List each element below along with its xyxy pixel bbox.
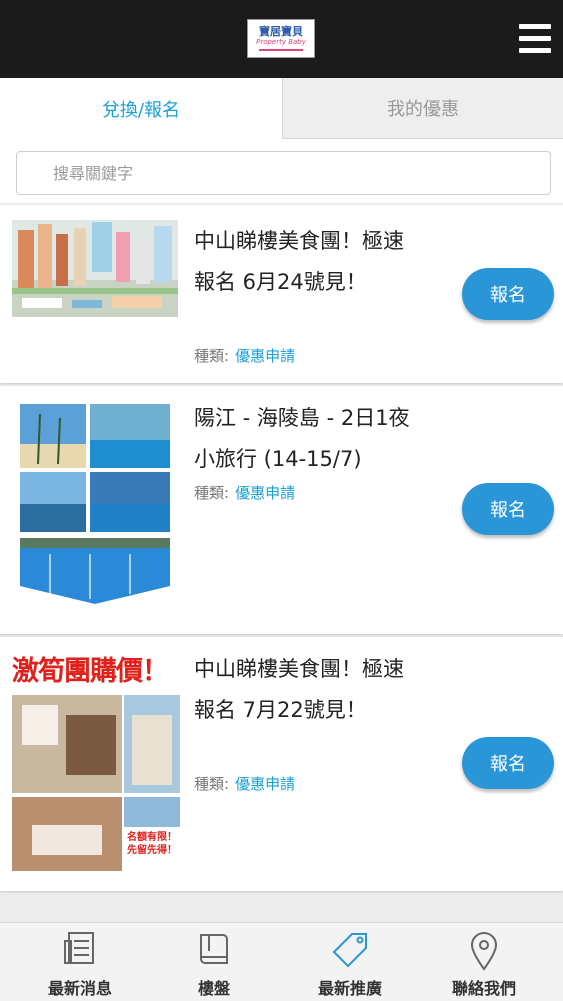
nav-contact-us[interactable]: 聯絡我們 (414, 923, 554, 1001)
logo-text: 寶居寶貝 (259, 25, 303, 38)
item-type-label: 種類: (194, 484, 230, 502)
list-item[interactable]: 中山睇樓美食團！極速報名 6月24號見！ 種類: 優惠申請 報名 (0, 205, 563, 383)
nav-label: 聯絡我們 (451, 979, 516, 998)
newspaper-icon (64, 932, 94, 964)
item-thumbnail (12, 220, 178, 317)
hamburger-icon[interactable] (519, 24, 551, 54)
register-button[interactable]: 報名 (462, 737, 554, 789)
item-type: 種類: 優惠申請 (194, 345, 295, 366)
logo-subtext: Property Baby (256, 38, 306, 46)
nav-label: 最新推廣 (317, 979, 382, 998)
promo-headline: 激筍團購價！ (12, 656, 169, 687)
item-type-value: 優惠申請 (235, 347, 296, 365)
nav-properties[interactable]: 樓盤 (144, 923, 284, 1001)
tag-icon (332, 933, 367, 968)
nav-label: 最新消息 (47, 979, 112, 998)
item-type-value: 優惠申請 (235, 484, 296, 502)
search-bar (0, 139, 563, 203)
tab-redeem-register[interactable]: 兌換/報名 (0, 78, 282, 139)
nav-label: 樓盤 (197, 979, 230, 998)
tab-bar: 兌換/報名 我的優惠 (0, 78, 563, 139)
tab-my-offers[interactable]: 我的優惠 (282, 78, 563, 139)
top-bar: 寶居寶貝 Property Baby (0, 0, 563, 78)
item-type-value: 優惠申請 (235, 775, 296, 793)
item-thumbnail (20, 404, 170, 604)
app-logo[interactable]: 寶居寶貝 Property Baby (247, 19, 315, 58)
item-thumbnail: 激筍團購價！ 名額有限！先留先得！ (12, 649, 180, 871)
list-item[interactable]: 陽江 - 海陵島 - 2日1夜小旅行 (14-15/7) 種類: 優惠申請 報名 (0, 386, 563, 634)
item-title[interactable]: 中山睇樓美食團！極速報名 7月22號見！ (194, 649, 422, 731)
bottom-nav: 最新消息 樓盤 最新推廣 聯絡我們 (0, 922, 563, 1001)
list-item[interactable]: 激筍團購價！ 名額有限！先留先得！ 中山睇樓美食團！極速報名 7月22號見！ 種… (0, 637, 563, 891)
search-input[interactable] (16, 151, 551, 195)
register-button[interactable]: 報名 (462, 268, 554, 320)
item-type-label: 種類: (194, 775, 230, 793)
item-type: 種類: 優惠申請 (194, 773, 295, 794)
nav-latest-news[interactable]: 最新消息 (10, 923, 150, 1001)
book-icon (200, 934, 228, 964)
promo-badge: 名額有限！先留先得！ (127, 832, 177, 856)
nav-latest-promotions[interactable]: 最新推廣 (280, 923, 420, 1001)
logo-underline (259, 49, 303, 51)
item-title[interactable]: 陽江 - 海陵島 - 2日1夜小旅行 (14-15/7) (194, 398, 422, 480)
item-type: 種類: 優惠申請 (194, 482, 295, 503)
location-pin-icon (470, 932, 498, 971)
register-button[interactable]: 報名 (462, 483, 554, 535)
item-type-label: 種類: (194, 347, 230, 365)
item-title[interactable]: 中山睇樓美食團！極速報名 6月24號見！ (194, 221, 422, 303)
